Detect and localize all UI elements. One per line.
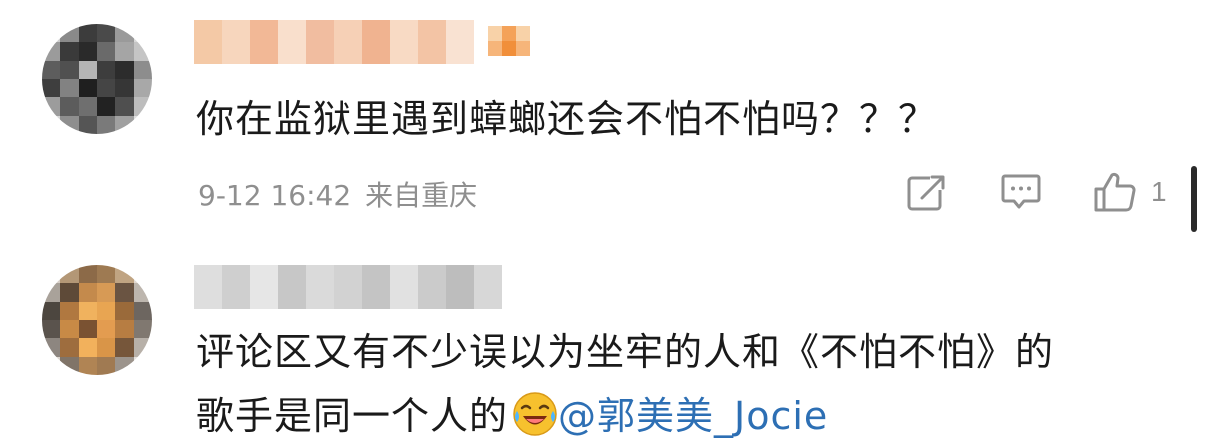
comment-location: 来自重庆 <box>365 179 478 212</box>
avatar[interactable] <box>42 265 152 375</box>
like-icon <box>1094 172 1136 212</box>
like-count: 1 <box>1151 176 1167 207</box>
comment-text: 你在监狱里遇到蟑螂还会不怕不怕吗？？？ <box>196 97 938 141</box>
comment-text-line-2: 歌手是同一个人的 @郭美美_Jocie <box>196 385 828 440</box>
laughing-crying-emoji-icon <box>513 392 557 436</box>
share-icon <box>907 175 945 211</box>
comment-timestamp: 9-12 16:42 <box>198 179 352 212</box>
avatar[interactable] <box>42 24 152 134</box>
share-button[interactable] <box>906 170 948 214</box>
reply-icon <box>1001 174 1041 209</box>
comment-text: 歌手是同一个人的 <box>196 394 509 438</box>
comment-item: 你在监狱里遇到蟑螂还会不怕不怕吗？？？ 9-12 16:42 来自重庆 1 <box>0 0 1210 245</box>
comment-text-line-1: 评论区又有不少误以为坐牢的人和《不怕不怕》的 <box>196 330 1055 374</box>
scrollbar[interactable] <box>1191 166 1197 232</box>
comment-item: 评论区又有不少误以为坐牢的人和《不怕不怕》的 歌手是同一个人的 @郭美美_Joc… <box>0 245 1210 441</box>
reply-button[interactable] <box>1000 170 1042 214</box>
mention-link[interactable]: @郭美美_Jocie <box>558 394 828 438</box>
comment-meta: 9-12 16:42 来自重庆 <box>198 174 477 214</box>
username-blurred[interactable] <box>194 20 474 64</box>
vip-badge-icon <box>488 26 530 56</box>
username-blurred[interactable] <box>194 265 502 309</box>
like-button[interactable]: 1 <box>1093 170 1167 214</box>
